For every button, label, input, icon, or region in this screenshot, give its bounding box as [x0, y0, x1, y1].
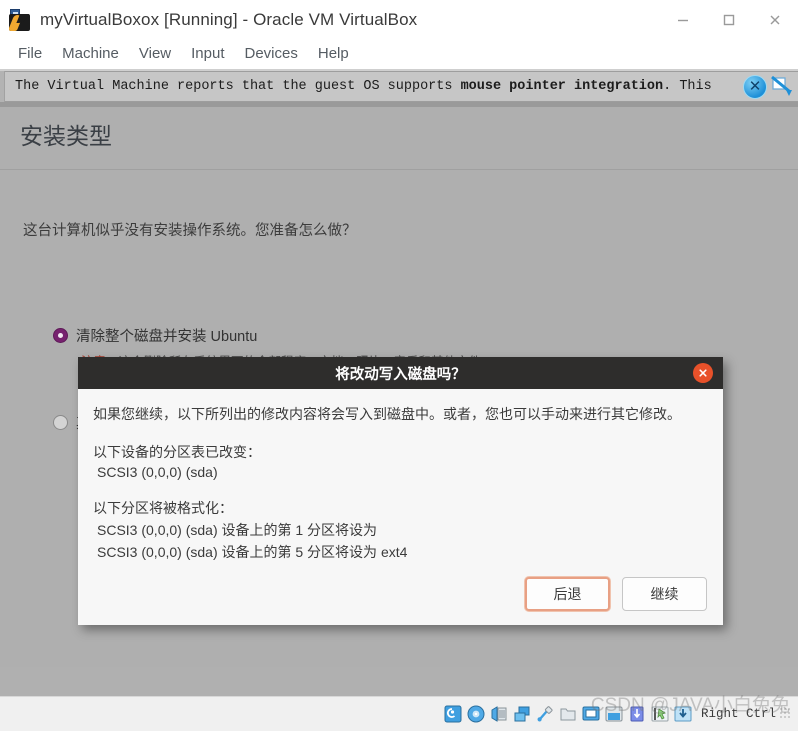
network-adapter-icon[interactable] [512, 704, 532, 724]
menu-item-help[interactable]: Help [308, 42, 359, 65]
keyboard-icon[interactable] [673, 704, 693, 724]
notification-grip [0, 71, 5, 102]
usb-icon[interactable] [535, 704, 555, 724]
cpu-icon[interactable] [627, 704, 647, 724]
window-titlebar: myVirtualBoxox [Running] - Oracle VM Vir… [0, 0, 798, 40]
menu-item-machine[interactable]: Machine [52, 42, 129, 65]
install-option-label: 清除整个磁盘并安装 Ubuntu [76, 329, 258, 345]
notification-actions: ✕ [743, 74, 798, 99]
dialog-footer: 后退 继续 [78, 563, 723, 625]
maximize-icon[interactable] [706, 0, 752, 40]
shared-folder-icon[interactable] [558, 704, 578, 724]
optical-disk-icon[interactable] [466, 704, 486, 724]
dialog-body: 如果您继续，以下所列出的修改内容将会写入到磁盘中。或者，您也可以手动来进行其它修… [78, 389, 723, 563]
menu-item-input[interactable]: Input [181, 42, 234, 65]
host-key-label: Right Ctrl [700, 707, 776, 721]
mouse-integration-icon[interactable] [650, 704, 670, 724]
dialog-header: 将改动写入磁盘吗？ [78, 357, 723, 389]
virtualbox-window: myVirtualBoxox [Running] - Oracle VM Vir… [0, 0, 798, 731]
dialog-section-partition-table: 以下设备的分区表已改变： SCSI3 (0,0,0) (sda) [93, 442, 708, 480]
section-heading: 以下设备的分区表已改变： [93, 443, 261, 460]
hard-disk-icon[interactable] [443, 704, 463, 724]
dialog-close-icon[interactable] [693, 363, 713, 383]
virtualbox-logo-icon [9, 9, 31, 31]
statusbar-device-icons [443, 704, 693, 724]
display-icon[interactable] [581, 704, 601, 724]
write-changes-dialog: 将改动写入磁盘吗？ 如果您继续，以下所列出的修改内容将会写入到磁盘中。或者，您也… [78, 357, 723, 625]
window-title: myVirtualBoxox [Running] - Oracle VM Vir… [40, 10, 418, 29]
section-item: SCSI3 (0,0,0) (sda) [97, 463, 218, 480]
install-option-erase-disk[interactable]: 清除整个磁盘并安装 Ubuntu [53, 325, 257, 346]
recording-icon[interactable] [604, 704, 624, 724]
menu-item-devices[interactable]: Devices [235, 42, 308, 65]
section-heading: 以下分区将被格式化： [93, 499, 233, 516]
do-not-show-again-icon[interactable] [769, 74, 795, 99]
back-button[interactable]: 后退 [525, 577, 610, 611]
resize-grip-icon[interactable] [780, 708, 792, 720]
radio-button-selected[interactable] [53, 328, 68, 343]
section-item: SCSI3 (0,0,0) (sda) 设备上的第 1 分区将设为 [97, 521, 378, 538]
notification-text-bold: mouse pointer integration [460, 79, 664, 94]
floppy-disk-icon[interactable] [489, 704, 509, 724]
continue-button[interactable]: 继续 [622, 577, 707, 611]
minimize-icon[interactable] [660, 0, 706, 40]
vm-notification-bar: The Virtual Machine reports that the gue… [0, 71, 798, 102]
notification-text-tail: . This [663, 79, 712, 94]
window-controls [660, 0, 798, 40]
page-title: 安装类型 [20, 123, 112, 149]
menubar: File Machine View Input Devices Help [0, 38, 798, 68]
close-icon[interactable] [752, 0, 798, 40]
vm-statusbar: Right Ctrl [0, 696, 798, 731]
section-item: SCSI3 (0,0,0) (sda) 设备上的第 5 分区将设为 ext4 [97, 543, 408, 560]
page-divider [0, 169, 798, 170]
notification-text: The Virtual Machine reports that the gue… [15, 79, 712, 94]
dialog-title: 将改动写入磁盘吗？ [335, 366, 466, 383]
notification-text-plain: The Virtual Machine reports that the gue… [15, 79, 461, 94]
dialog-intro-text: 如果您继续，以下所列出的修改内容将会写入到磁盘中。或者，您也可以手动来进行其它修… [93, 406, 681, 422]
menu-item-file[interactable]: File [8, 42, 52, 65]
dialog-section-format: 以下分区将被格式化： SCSI3 (0,0,0) (sda) 设备上的第 1 分… [93, 498, 708, 562]
radio-button-unselected[interactable] [53, 415, 68, 430]
vm-screen[interactable]: Oct 21 09:37 [0, 69, 798, 696]
notification-close-icon[interactable]: ✕ [743, 74, 767, 99]
menu-item-view[interactable]: View [129, 42, 181, 65]
installer-prompt: 这台计算机似乎没有安装操作系统。您准备怎么做？ [23, 223, 357, 239]
